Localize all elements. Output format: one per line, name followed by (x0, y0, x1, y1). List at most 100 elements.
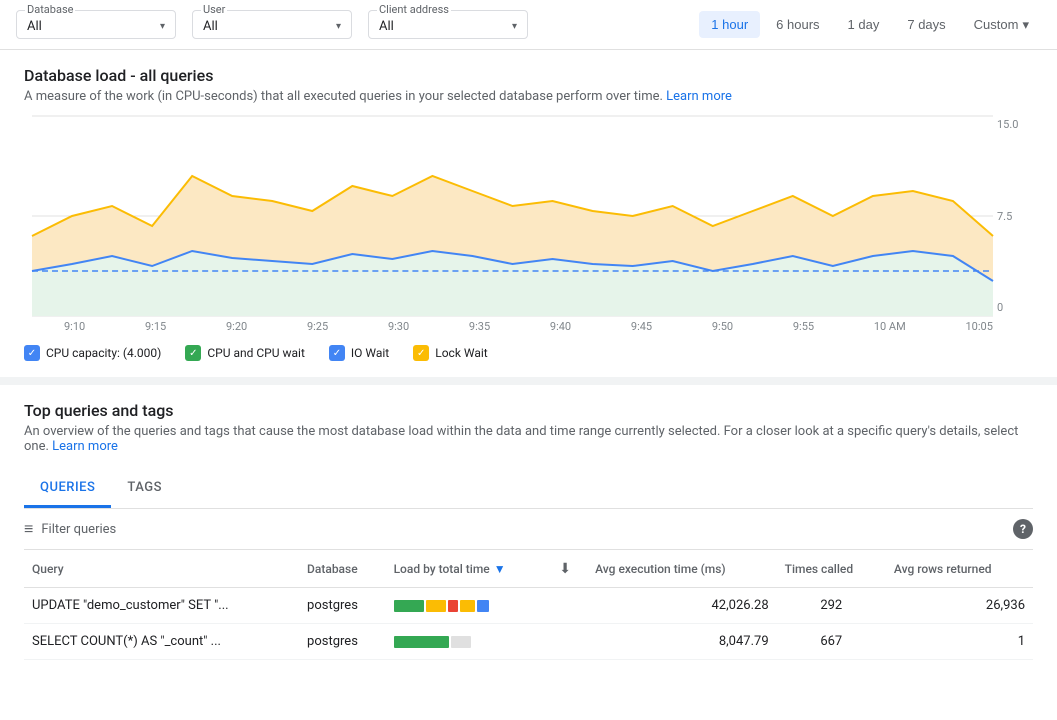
user-filter[interactable]: User All ▾ (192, 10, 352, 39)
legend-io-wait-label: IO Wait (351, 346, 389, 360)
x-label: 10 AM (874, 320, 906, 333)
chart-svg (32, 116, 993, 316)
tab-queries[interactable]: QUERIES (24, 470, 111, 508)
query-load-spacer (551, 624, 587, 660)
legend-cpu-wait[interactable]: ✓ CPU and CPU wait (185, 345, 305, 361)
help-icon[interactable]: ? (1013, 519, 1033, 539)
x-label: 9:40 (550, 320, 571, 333)
table-row[interactable]: SELECT COUNT(*) AS "_count" ... postgres… (24, 624, 1033, 660)
database-value: All (27, 19, 42, 34)
filter-row: ≡ Filter queries ? (24, 509, 1033, 550)
user-label: User (201, 3, 227, 16)
legend-lock-wait-checkbox[interactable]: ✓ (413, 345, 429, 361)
x-label: 9:50 (712, 320, 733, 333)
queries-table: Query Database Load by total time ▼ ⬇ Av… (24, 550, 1033, 660)
legend-io-wait[interactable]: ✓ IO Wait (329, 345, 389, 361)
query-load-bar (386, 588, 552, 624)
x-label: 9:45 (631, 320, 652, 333)
chart-learn-more-link[interactable]: Learn more (666, 89, 732, 104)
download-button[interactable]: ⬇ (559, 560, 571, 577)
chart-wrapper: 15.0 7.5 0 (32, 116, 1033, 316)
tab-tags[interactable]: TAGS (111, 470, 178, 508)
top-queries-learn-more-link[interactable]: Learn more (52, 439, 118, 454)
y-label-15: 15.0 (997, 118, 1029, 131)
time-btn-1day[interactable]: 1 day (836, 11, 892, 38)
client-address-value: All (379, 19, 394, 34)
top-queries-description: An overview of the queries and tags that… (24, 424, 1033, 454)
legend-lock-wait-label: Lock Wait (435, 346, 487, 360)
custom-arrow-icon: ▾ (1022, 17, 1029, 33)
th-avg-exec: Avg execution time (ms) (587, 550, 777, 588)
legend-io-wait-checkbox[interactable]: ✓ (329, 345, 345, 361)
top-queries-desc-text: An overview of the queries and tags that… (24, 424, 1018, 454)
time-btn-1hour[interactable]: 1 hour (699, 11, 760, 38)
query-load-spacer (551, 588, 587, 624)
time-btn-custom[interactable]: Custom ▾ (962, 11, 1041, 39)
time-btn-6hours[interactable]: 6 hours (764, 11, 831, 38)
x-label: 9:10 (64, 320, 85, 333)
th-avg-rows: Avg rows returned (886, 550, 1033, 588)
x-label: 9:30 (388, 320, 409, 333)
th-times-called: Times called (777, 550, 886, 588)
chart-title: Database load - all queries (24, 66, 1033, 85)
chart-x-labels: 9:10 9:15 9:20 9:25 9:30 9:35 9:40 9:45 … (24, 316, 1033, 333)
legend-cpu-wait-checkbox[interactable]: ✓ (185, 345, 201, 361)
x-label: 9:35 (469, 320, 490, 333)
th-database: Database (299, 550, 386, 588)
legend-cpu-capacity-label: CPU capacity: (4.000) (46, 346, 161, 360)
legend-lock-wait[interactable]: ✓ Lock Wait (413, 345, 487, 361)
client-address-arrow-icon: ▾ (512, 21, 517, 32)
user-value: All (203, 19, 218, 34)
chart-description: A measure of the work (in CPU-seconds) t… (24, 89, 1033, 104)
user-select[interactable]: All ▾ (203, 19, 341, 34)
legend-cpu-capacity-checkbox[interactable]: ✓ (24, 345, 40, 361)
x-label: 9:55 (793, 320, 814, 333)
y-label-75: 7.5 (997, 210, 1029, 223)
th-query: Query (24, 550, 299, 588)
section-divider (0, 377, 1057, 385)
query-avg-rows: 1 (886, 624, 1033, 660)
query-load-bar (386, 624, 552, 660)
database-arrow-icon: ▾ (160, 21, 165, 32)
legend-cpu-capacity[interactable]: ✓ CPU capacity: (4.000) (24, 345, 161, 361)
tabs: QUERIES TAGS (24, 470, 1033, 509)
legend-cpu-wait-label: CPU and CPU wait (207, 346, 305, 360)
th-download[interactable]: ⬇ (551, 550, 587, 588)
main-content: Database load - all queries A measure of… (0, 50, 1057, 676)
top-queries-title: Top queries and tags (24, 401, 1033, 420)
query-times-called: 667 (777, 624, 886, 660)
x-label: 9:25 (307, 320, 328, 333)
chart-desc-text: A measure of the work (in CPU-seconds) t… (24, 89, 663, 104)
filter-icon: ≡ (24, 519, 33, 539)
query-times-called: 292 (777, 588, 886, 624)
custom-label: Custom (974, 17, 1019, 32)
filter-queries-input[interactable]: ≡ Filter queries (24, 519, 116, 539)
query-avg-exec: 8,047.79 (587, 624, 777, 660)
sort-down-icon: ▼ (494, 562, 506, 576)
query-text: SELECT COUNT(*) AS "_count" ... (24, 624, 299, 660)
time-btn-7days[interactable]: 7 days (895, 11, 957, 38)
table-row[interactable]: UPDATE "demo_customer" SET "... postgres… (24, 588, 1033, 624)
chart-section: Database load - all queries A measure of… (24, 66, 1033, 361)
database-filter[interactable]: Database All ▾ (16, 10, 176, 39)
query-avg-exec: 42,026.28 (587, 588, 777, 624)
user-arrow-icon: ▾ (336, 21, 341, 32)
database-select[interactable]: All ▾ (27, 19, 165, 34)
filter-bar: Database All ▾ User All ▾ Client address… (0, 0, 1057, 50)
query-avg-rows: 26,936 (886, 588, 1033, 624)
client-address-label: Client address (377, 3, 451, 16)
query-database: postgres (299, 588, 386, 624)
filter-queries-label: Filter queries (41, 522, 116, 537)
time-buttons: 1 hour 6 hours 1 day 7 days Custom ▾ (699, 11, 1041, 39)
database-label: Database (25, 3, 75, 16)
client-address-select[interactable]: All ▾ (379, 19, 517, 34)
x-label: 9:20 (226, 320, 247, 333)
client-address-filter[interactable]: Client address All ▾ (368, 10, 528, 39)
chart-legend: ✓ CPU capacity: (4.000) ✓ CPU and CPU wa… (24, 345, 1033, 361)
x-label: 10:05 (965, 320, 992, 333)
query-text: UPDATE "demo_customer" SET "... (24, 588, 299, 624)
th-load[interactable]: Load by total time ▼ (386, 550, 552, 588)
top-queries-section: Top queries and tags An overview of the … (24, 401, 1033, 660)
y-label-0: 0 (997, 301, 1029, 314)
th-load-label: Load by total time (394, 562, 490, 576)
